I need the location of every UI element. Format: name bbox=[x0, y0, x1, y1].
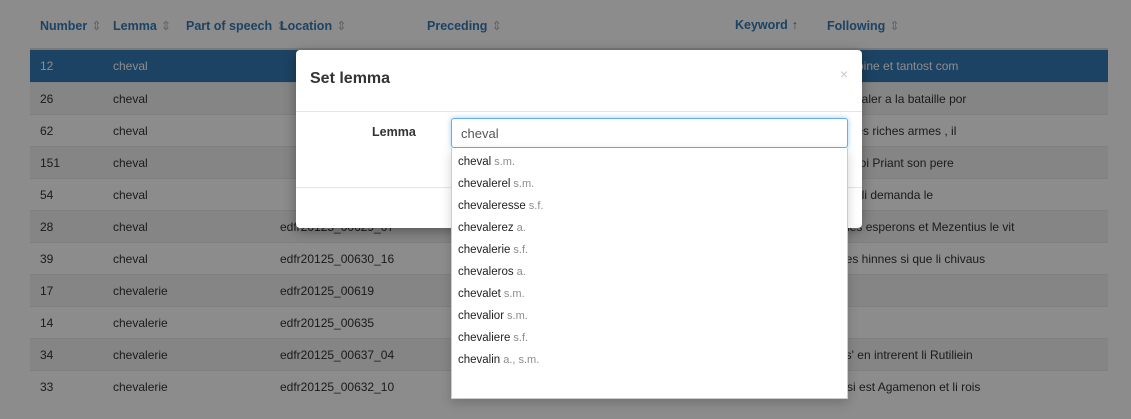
option-lemma: chevalerel bbox=[458, 178, 511, 190]
option-part-of-speech: s.f. bbox=[513, 332, 529, 344]
option-part-of-speech: a. bbox=[516, 222, 526, 234]
autocomplete-option[interactable]: chevaleros a. bbox=[452, 261, 847, 283]
lemma-label: Lemma bbox=[372, 125, 416, 139]
lemma-input[interactable] bbox=[451, 118, 848, 148]
option-part-of-speech: s.m. bbox=[507, 310, 528, 322]
option-lemma: chevaleresse bbox=[458, 200, 526, 212]
option-lemma: cheval bbox=[458, 156, 492, 168]
option-lemma: chevalerie bbox=[458, 244, 511, 256]
option-lemma: chevaleros bbox=[458, 266, 514, 278]
modal-title: Set lemma bbox=[310, 70, 391, 87]
option-part-of-speech: s.f. bbox=[513, 244, 529, 256]
close-icon[interactable]: × bbox=[840, 66, 848, 82]
option-part-of-speech: s.m. bbox=[513, 178, 535, 190]
autocomplete-option[interactable]: chevalerie s.f. bbox=[452, 239, 847, 261]
option-part-of-speech: s.m. bbox=[503, 288, 525, 300]
option-lemma: chevaliere bbox=[458, 332, 511, 344]
option-lemma: chevalet bbox=[458, 288, 501, 300]
autocomplete-option[interactable]: chevaleresse s.f. bbox=[452, 195, 847, 217]
autocomplete-option[interactable]: chevalerel s.m. bbox=[452, 173, 847, 195]
autocomplete-option[interactable]: cheval s.m. bbox=[452, 151, 847, 173]
autocomplete-option[interactable]: chevalerez a. bbox=[452, 217, 847, 239]
lemma-autocomplete-list: cheval s.m. chevalerel s.m. chevaleresse s.f.… bbox=[451, 148, 848, 399]
option-part-of-speech: s.m. bbox=[494, 156, 516, 168]
option-lemma: chevalerez bbox=[458, 222, 514, 234]
option-lemma: chevalin bbox=[458, 354, 501, 366]
option-part-of-speech: s.f. bbox=[528, 200, 544, 212]
autocomplete-option[interactable]: chevaliere s.f. bbox=[452, 327, 847, 349]
autocomplete-option[interactable]: chevalin a., s.m. bbox=[452, 349, 847, 371]
autocomplete-option[interactable]: chevalior s.m. bbox=[452, 305, 847, 327]
option-lemma: chevalior bbox=[458, 310, 505, 322]
option-part-of-speech: a. bbox=[516, 266, 526, 278]
modal-header: Set lemma × bbox=[296, 50, 862, 112]
option-part-of-speech: a., s.m. bbox=[503, 354, 540, 366]
autocomplete-option[interactable]: chevalet s.m. bbox=[452, 283, 847, 305]
